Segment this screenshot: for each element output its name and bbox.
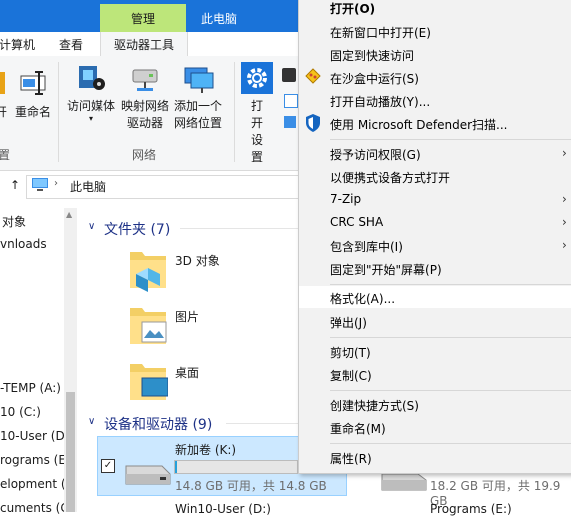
drive-usage-fill [175,461,178,473]
drive-space-info: 14.8 GB 可用，共 14.8 GB [175,479,327,493]
menu-separator [330,390,571,391]
menu-item-format[interactable]: 格式化(A)... [330,290,395,307]
menu-item-crc-sha[interactable]: CRC SHA [330,215,383,229]
ribbon-separator [58,62,59,162]
drive-usage-bar [174,460,298,474]
manage-icon[interactable] [284,116,296,128]
tab-drive-tools[interactable]: 驱动器工具 [100,32,188,56]
open-label: 开 [0,105,7,119]
open-settings-label: 打开设置 [250,99,263,164]
nav-item[interactable]: 10-User (D: [0,429,69,443]
folder-3d-objects[interactable]: 3D 对象 [175,252,220,269]
breadcrumb-chevron-icon: › [54,178,58,189]
scroll-up-icon[interactable]: ▲ [66,210,72,219]
menu-item-open-new-window[interactable]: 在新窗口中打开(E) [330,24,431,41]
menu-item-rename[interactable]: 重命名(M) [330,420,386,437]
submenu-arrow-icon: › [562,215,567,229]
rename-icon [17,68,49,100]
menu-item-run-sandbox[interactable]: 在沙盒中运行(S) [330,70,419,87]
submenu-arrow-icon: › [562,192,567,206]
menu-item-7zip[interactable]: 7-Zip [330,192,361,206]
add-network-location-button[interactable]: 添加一个网络位置 [172,62,224,132]
section-divider [226,423,298,424]
menu-item-open[interactable]: 打开(O) [330,0,375,17]
defender-shield-icon [305,114,321,132]
tab-view[interactable]: 查看 [46,32,96,56]
drive-name[interactable]: Programs (E:) [430,502,512,516]
collapse-chevron-icon[interactable]: ∨ [88,416,95,427]
drive-name: 新加卷 (K:) [175,443,237,457]
nav-item[interactable]: vnloads [0,237,47,251]
rename-button[interactable]: 重命名 [14,68,52,121]
folder-desktop-icon [128,360,169,400]
submenu-arrow-icon: › [562,146,567,160]
section-divider [180,228,298,229]
nav-scrollbar-thumb[interactable] [66,392,75,512]
menu-separator [330,284,571,285]
up-arrow-icon[interactable]: ↑ [10,178,20,192]
address-bar[interactable] [26,175,302,199]
gear-icon [241,62,273,94]
map-network-drive-label: 映射网络驱动器 [120,99,169,130]
open-settings-button[interactable]: 打开设置 [240,62,274,166]
sandbox-icon [305,68,321,84]
folder-pictures-icon [128,304,168,344]
ribbon-separator [234,62,235,162]
system-properties-icon[interactable] [282,68,296,82]
network-location-icon [182,62,214,94]
group-label-location: 置 [0,148,11,162]
menu-separator [330,443,571,444]
window-title: 此电脑 [200,11,237,26]
open-icon [0,68,7,100]
menu-item-copy[interactable]: 复制(C) [330,367,372,384]
menu-item-cut[interactable]: 剪切(T) [330,344,371,361]
map-network-drive-button[interactable]: 映射网络驱动器 [120,62,170,132]
folder-pictures[interactable]: 图片 [175,308,199,325]
nav-item[interactable]: cuments (G: [0,501,74,515]
submenu-arrow-icon: › [562,238,567,252]
usb-drive-icon [122,456,172,485]
menu-separator [330,139,571,140]
breadcrumb[interactable]: 此电脑 [70,178,106,195]
menu-item-create-shortcut[interactable]: 创建快捷方式(S) [330,397,419,414]
this-pc-icon [32,178,48,191]
folder-3d-icon [128,248,168,292]
drive-checkbox[interactable]: ✓ [101,459,115,473]
menu-item-open-portable[interactable]: 以便携式设备方式打开 [330,169,450,186]
collapse-chevron-icon[interactable]: ∨ [88,221,95,232]
network-drive-icon [129,62,161,94]
group-label-network: 网络 [132,148,157,162]
menu-item-eject[interactable]: 弹出(J) [330,314,367,331]
section-header-devices[interactable]: 设备和驱动器 (9) [104,414,212,434]
menu-item-properties[interactable]: 属性(R) [330,450,372,467]
access-media-label: 访问媒体 [66,99,115,113]
menu-item-pin-quick-access[interactable]: 固定到快速访问 [330,47,414,64]
ribbon: 开 重命名 置 访问媒体 ▾ 映射网络驱动器 添加一个网络位置 网络 打开设置 [0,56,300,171]
open-button[interactable]: 开 [0,68,8,121]
tab-manage[interactable]: 管理 [100,4,186,32]
section-header-folders[interactable]: 文件夹 (7) [104,219,170,239]
menu-item-defender-scan[interactable]: 使用 Microsoft Defender扫描... [330,116,507,133]
menu-item-grant-access[interactable]: 授予访问权限(G) [330,146,421,163]
menu-item-autoplay[interactable]: 打开自动播放(Y)... [330,93,430,110]
folder-desktop[interactable]: 桌面 [175,364,199,381]
nav-item[interactable]: 对象 [2,213,26,230]
tab-computer[interactable]: 计算机 [0,32,40,56]
nav-item[interactable]: 10 (C:) [0,405,41,419]
menu-item-include-library[interactable]: 包含到库中(I) [330,238,403,255]
uninstall-icon[interactable] [284,94,298,108]
menu-item-pin-start[interactable]: 固定到"开始"屏幕(P) [330,261,442,278]
nav-item[interactable]: -TEMP (A:) [0,381,61,395]
menu-separator [330,337,571,338]
rename-label: 重命名 [14,105,51,119]
drive-name[interactable]: Win10-User (D:) [175,502,271,516]
add-network-location-label: 添加一个网络位置 [173,99,222,130]
media-icon [75,62,107,94]
access-media-button[interactable]: 访问媒体 ▾ [64,62,118,123]
